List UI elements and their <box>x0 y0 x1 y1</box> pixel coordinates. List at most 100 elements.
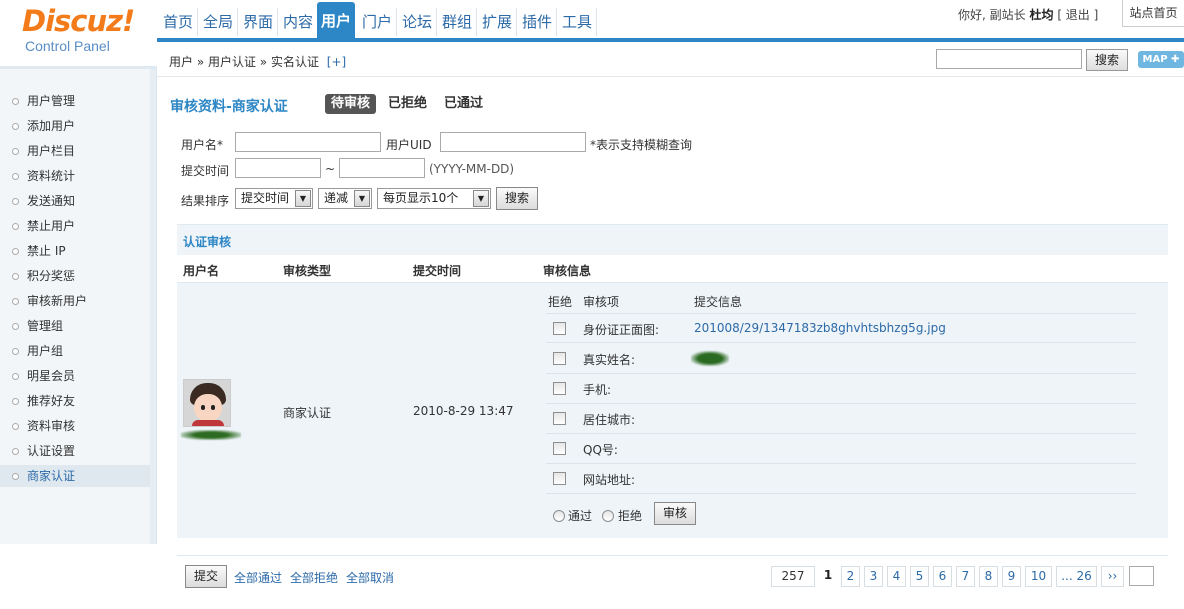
item-label-city: 居住城市: <box>583 413 636 427</box>
panel-header: 认证审核 <box>177 224 1168 255</box>
submit-time-label: 提交时间 <box>181 164 230 178</box>
pagination-page[interactable]: 8 <box>979 566 998 587</box>
end-date-input[interactable] <box>339 158 425 178</box>
sort-order-select[interactable]: 递减 ▼ <box>318 188 372 209</box>
site-home-link[interactable]: 站点首页 <box>1122 0 1184 27</box>
sidebar-item-ban-ip[interactable]: 禁止 IP <box>0 240 150 262</box>
review-button[interactable]: 审核 <box>654 502 696 525</box>
sidebar-item-admin-groups[interactable]: 管理组 <box>0 315 150 337</box>
divider <box>546 433 1136 434</box>
submit-button[interactable]: 提交 <box>185 565 227 588</box>
nav-item-home[interactable]: 首页 <box>159 8 199 36</box>
item-label-website: 网站地址: <box>583 473 636 487</box>
reject-checkbox-mobile[interactable] <box>553 382 566 395</box>
tab-rejected[interactable]: 已拒绝 <box>382 94 433 114</box>
sidebar-item-profile-stats[interactable]: 资料统计 <box>0 165 150 187</box>
radio-reject[interactable] <box>602 510 614 522</box>
radio-reject-label: 拒绝 <box>618 509 643 523</box>
nav-item-extend[interactable]: 扩展 <box>478 8 518 36</box>
sidebar-item-send-notice[interactable]: 发送通知 <box>0 190 150 212</box>
nav-item-group[interactable]: 群组 <box>438 8 478 36</box>
approve-all-link[interactable]: 全部通过 <box>234 569 282 586</box>
sidebar-item-verify-settings[interactable]: 认证设置 <box>0 440 150 462</box>
tab-pending[interactable]: 待审核 <box>325 94 377 114</box>
pagination-page[interactable]: 3 <box>864 566 883 587</box>
nav-item-plugins[interactable]: 插件 <box>518 8 558 36</box>
avatar[interactable] <box>183 379 231 427</box>
pagination-page[interactable]: 10 <box>1025 566 1052 587</box>
submit-time: 2010-8-29 13:47 <box>413 404 514 418</box>
panel-title: 认证审核 <box>183 235 232 249</box>
sidebar-item-merchant-verify[interactable]: 商家认证 <box>0 465 150 487</box>
cancel-all-link[interactable]: 全部取消 <box>346 569 394 586</box>
pagination-page[interactable]: 7 <box>956 566 975 587</box>
nav-item-tools[interactable]: 工具 <box>558 8 598 36</box>
per-page-select[interactable]: 每页显示10个 ▼ <box>377 188 491 209</box>
id-photo-link[interactable]: 201008/29/1347183zb8ghvhtsbhzg5g.jpg <box>694 321 946 335</box>
pagination-next[interactable]: ›› <box>1101 566 1124 587</box>
sidebar: 用户管理 添加用户 用户栏目 资料统计 发送通知 禁止用户 禁止 IP 积分奖惩… <box>0 69 157 544</box>
divider <box>546 403 1136 404</box>
reject-checkbox-city[interactable] <box>553 412 566 425</box>
pagination-page[interactable]: 2 <box>841 566 860 587</box>
map-button[interactable]: MAP ✚ <box>1138 51 1184 68</box>
divider <box>546 493 1136 494</box>
nav-item-content[interactable]: 内容 <box>279 8 319 36</box>
logo: Discuz! <box>22 4 135 38</box>
sidebar-item-credits[interactable]: 积分奖惩 <box>0 265 150 287</box>
sidebar-item-user-manage[interactable]: 用户管理 <box>0 90 150 112</box>
nav-item-global[interactable]: 全局 <box>199 8 239 36</box>
item-label-real-name: 真实姓名: <box>583 353 636 367</box>
tab-approved[interactable]: 已通过 <box>438 94 489 114</box>
sidebar-item-star-members[interactable]: 明星会员 <box>0 365 150 387</box>
nav-item-users[interactable]: 用户 <box>317 2 356 40</box>
reject-checkbox-qq[interactable] <box>553 442 566 455</box>
username-input[interactable] <box>235 132 381 152</box>
top-search-input[interactable] <box>936 49 1082 69</box>
page-jump-input[interactable] <box>1129 566 1154 586</box>
pagination-last-page[interactable]: ... 26 <box>1056 566 1097 587</box>
radio-pass-label: 通过 <box>568 509 593 523</box>
sort-field-select[interactable]: 提交时间 ▼ <box>235 188 313 209</box>
reject-checkbox-id-photo[interactable] <box>553 322 566 335</box>
sidebar-item-user-groups[interactable]: 用户组 <box>0 340 150 362</box>
pagination-page[interactable]: 9 <box>1002 566 1021 587</box>
top-search-button[interactable]: 搜索 <box>1086 49 1128 71</box>
chevron-down-icon: ▼ <box>295 190 311 207</box>
username-label: 用户名* <box>181 138 224 152</box>
sidebar-item-recommend-friends[interactable]: 推荐好友 <box>0 390 150 412</box>
reject-checkbox-website[interactable] <box>553 472 566 485</box>
nav-item-portal[interactable]: 门户 <box>358 8 398 36</box>
breadcrumb-bar: 用户 » 用户认证 » 实名认证 [+] 搜索 MAP ✚ <box>157 42 1184 77</box>
nav-item-forum[interactable]: 论坛 <box>398 8 438 36</box>
greeting-username: 杜均 <box>1029 8 1054 22</box>
sidebar-item-add-user[interactable]: 添加用户 <box>0 115 150 137</box>
item-label-qq: QQ号: <box>583 443 618 457</box>
divider <box>177 555 1168 556</box>
divider <box>546 373 1136 374</box>
sidebar-scroll-strip <box>150 69 156 544</box>
start-date-input[interactable] <box>235 158 321 178</box>
sort-field-value: 提交时间 <box>241 191 290 205</box>
sidebar-item-user-fields[interactable]: 用户栏目 <box>0 140 150 162</box>
sidebar-item-moderate-new[interactable]: 审核新用户 <box>0 290 150 312</box>
pagination-page[interactable]: 5 <box>910 566 929 587</box>
divider <box>546 463 1136 464</box>
logo-subtitle: Control Panel <box>25 38 110 54</box>
pagination-page[interactable]: 4 <box>887 566 906 587</box>
uid-input[interactable] <box>440 132 586 152</box>
add-shortcut-link[interactable]: [+] <box>327 55 346 69</box>
radio-pass[interactable] <box>553 510 565 522</box>
sidebar-item-ban-user[interactable]: 禁止用户 <box>0 215 150 237</box>
date-separator: ~ <box>325 162 336 176</box>
reject-checkbox-real-name[interactable] <box>553 352 566 365</box>
filter-search-button[interactable]: 搜索 <box>496 187 538 210</box>
page-title: 审核资料-商家认证 <box>170 99 288 115</box>
nav-item-ui[interactable]: 界面 <box>239 8 279 36</box>
fuzzy-note: *表示支持模糊查询 <box>590 138 693 152</box>
logout-link[interactable]: [ 退出 ] <box>1057 8 1098 22</box>
pagination-page[interactable]: 6 <box>933 566 952 587</box>
sidebar-item-profile-review[interactable]: 资料审核 <box>0 415 150 437</box>
sub-header-item: 审核项 <box>583 295 620 309</box>
reject-all-link[interactable]: 全部拒绝 <box>290 569 338 586</box>
